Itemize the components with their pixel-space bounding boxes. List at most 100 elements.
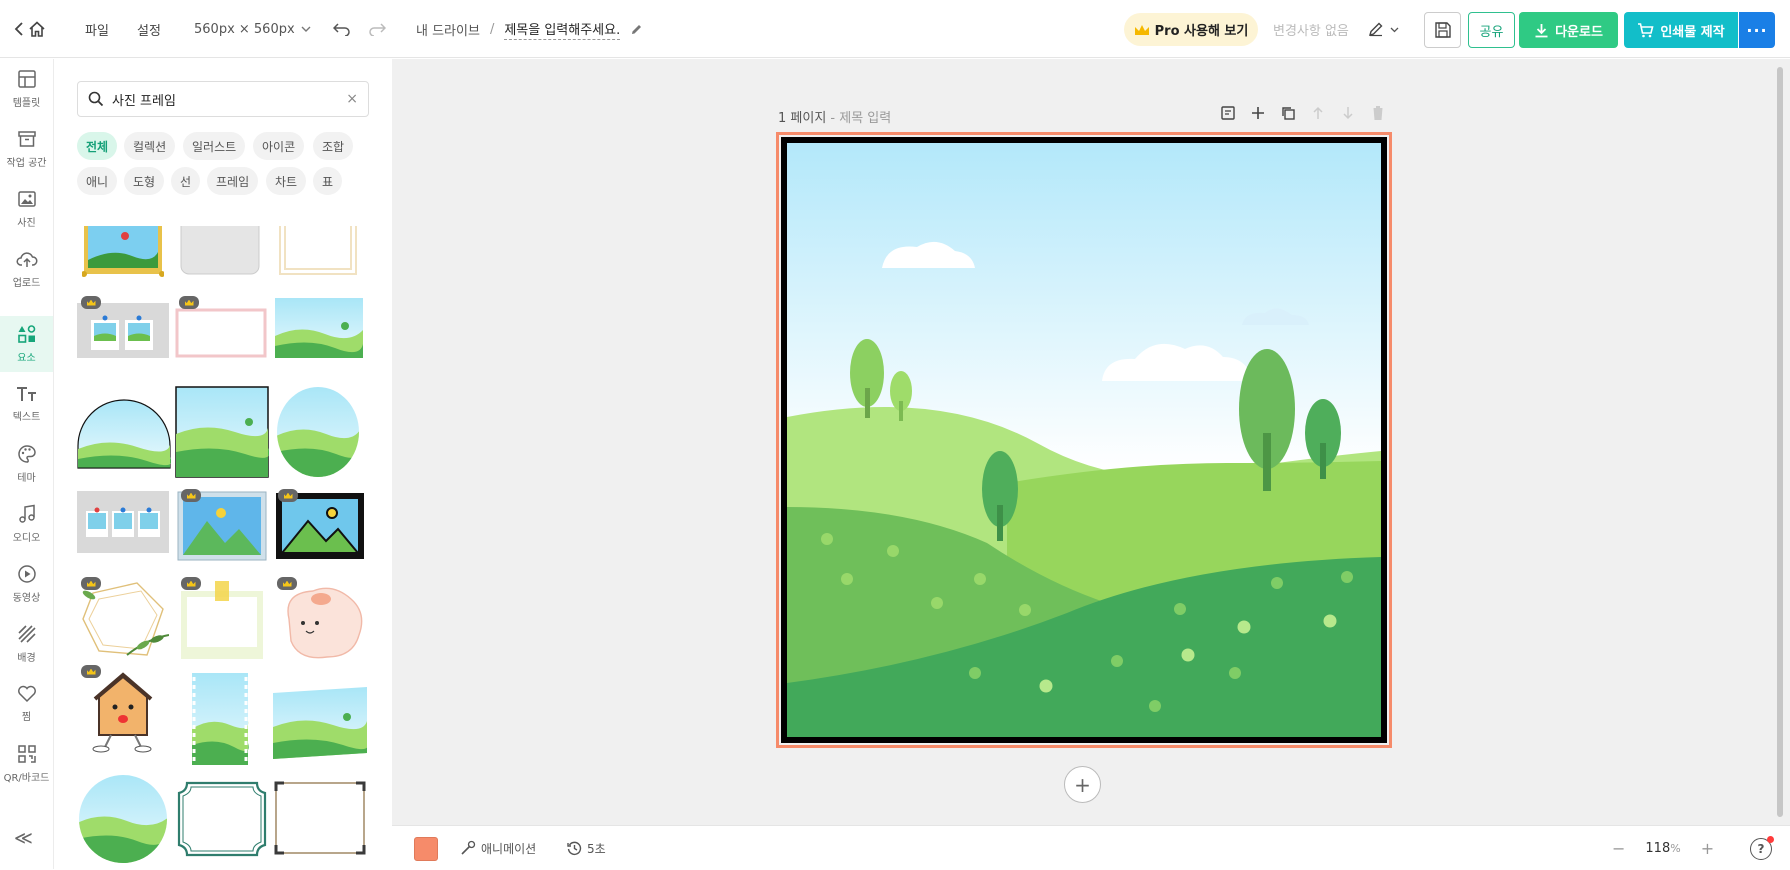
chip-collection[interactable]: 컬렉션 xyxy=(124,132,176,160)
breadcrumb-drive-link[interactable]: 내 드라이브 xyxy=(416,20,480,39)
frame-thumb-film-strip[interactable] xyxy=(190,673,250,765)
rail-item-photo[interactable]: 사진 xyxy=(0,181,53,237)
page-memo-button[interactable] xyxy=(1218,103,1238,123)
share-button[interactable]: 공유 xyxy=(1468,12,1515,48)
frame-thumb-taped-polaroid[interactable] xyxy=(177,577,267,661)
frame-thumb-house-character[interactable] xyxy=(77,665,169,757)
rail-item-theme[interactable]: 테마 xyxy=(0,436,53,492)
frame-thumb-gold-leaves[interactable] xyxy=(77,577,170,661)
history-clock-icon xyxy=(567,841,582,855)
chip-table[interactable]: 표 xyxy=(313,167,343,195)
pro-trial-button[interactable]: Pro 사용해 보기 xyxy=(1124,13,1258,46)
rail-item-text[interactable]: 텍스트 xyxy=(0,376,53,432)
frame-thumb-cream-double[interactable] xyxy=(277,226,359,278)
edit-mode-dropdown[interactable] xyxy=(1368,0,1399,58)
collapse-panel-button[interactable]: ≪ xyxy=(14,828,33,849)
chip-combination[interactable]: 조합 xyxy=(313,132,354,160)
frame-thumb-landscape-square[interactable] xyxy=(275,298,363,358)
canvas-workspace: 1 페이지 - 제목 입력 + xyxy=(392,59,1790,825)
page-label[interactable]: 1 페이지 - 제목 입력 xyxy=(778,107,891,126)
frame-thumb-gray-rounded[interactable] xyxy=(179,215,261,278)
duplicate-page-button[interactable] xyxy=(1278,103,1298,123)
more-options-button[interactable]: ··· xyxy=(1739,12,1775,48)
plus-icon xyxy=(1252,107,1264,119)
rail-item-qr-barcode[interactable]: QR/바코드 xyxy=(0,736,53,792)
help-button[interactable]: ? xyxy=(1750,836,1774,860)
rail-label: 동영상 xyxy=(12,593,41,604)
pencil-icon[interactable] xyxy=(630,23,643,36)
rail-item-template[interactable]: 템플릿 xyxy=(0,61,53,117)
frame-thumb-pinned-photos[interactable] xyxy=(77,491,169,553)
animation-button[interactable]: 애니메이션 xyxy=(460,826,536,870)
rail-item-video[interactable]: 동영상 xyxy=(0,556,53,612)
rail-item-workspace[interactable]: 작업 공간 xyxy=(0,121,53,177)
page-duration-button[interactable]: 5초 xyxy=(567,826,606,870)
frame-thumb-cute-character[interactable] xyxy=(273,577,365,661)
clear-search-icon[interactable]: × xyxy=(346,91,358,107)
add-page-button-top[interactable] xyxy=(1248,103,1268,123)
photo-frame-landscape[interactable] xyxy=(781,137,1387,743)
frame-thumb-gold-landscape[interactable] xyxy=(81,226,165,278)
frame-thumb-arch[interactable] xyxy=(77,399,172,469)
qr-code-icon xyxy=(17,745,36,763)
frame-thumb-square-selected[interactable] xyxy=(175,386,270,478)
rail-item-background[interactable]: 배경 xyxy=(0,616,53,672)
palette-icon xyxy=(17,445,36,463)
chip-animation[interactable]: 애니 xyxy=(77,167,118,195)
add-page-button[interactable]: + xyxy=(1064,766,1101,803)
elements-panel: × 전체 컬렉션 일러스트 아이콘 조합 애니 도형 선 프레임 차트 표 xyxy=(55,59,391,869)
print-order-button[interactable]: 인쇄물 제작 xyxy=(1624,12,1738,48)
chip-all[interactable]: 전체 xyxy=(77,132,118,160)
move-page-down-button[interactable] xyxy=(1338,103,1358,123)
page-number: 1 페이지 xyxy=(778,111,827,126)
rail-item-audio[interactable]: 오디오 xyxy=(0,496,53,552)
rail-item-favorites[interactable]: 찜 xyxy=(0,676,53,732)
chip-icon[interactable]: 아이콘 xyxy=(253,132,305,160)
frame-thumb-mountain-sun[interactable] xyxy=(177,489,267,561)
search-input[interactable] xyxy=(112,91,339,107)
frame-thumb-circle-landscape[interactable] xyxy=(77,773,169,863)
element-search-box: × xyxy=(77,81,369,117)
chip-shape[interactable]: 도형 xyxy=(124,167,165,195)
vertical-scrollbar[interactable] xyxy=(1777,67,1783,817)
zoom-level[interactable]: 118% xyxy=(1645,841,1680,856)
settings-menu[interactable]: 설정 xyxy=(137,0,161,58)
frame-thumb-label-shape[interactable] xyxy=(175,777,269,861)
document-title[interactable]: 제목을 입력해주세요. xyxy=(504,19,621,40)
frame-thumb-picture-icon[interactable] xyxy=(274,489,366,561)
frame-thumb-corner-border[interactable] xyxy=(274,781,366,855)
frame-thumb-pink-border[interactable] xyxy=(175,296,267,358)
move-page-up-button[interactable] xyxy=(1308,103,1328,123)
rail-label: 사진 xyxy=(17,218,36,229)
save-status: 변경사항 없음 xyxy=(1273,23,1349,39)
breadcrumb-separator: / xyxy=(489,21,495,37)
page-background-color-swatch[interactable] xyxy=(414,837,438,861)
selected-frame-element[interactable] xyxy=(776,132,1392,748)
chip-line[interactable]: 선 xyxy=(171,167,201,195)
play-circle-icon xyxy=(17,565,36,583)
chip-illustration[interactable]: 일러스트 xyxy=(183,132,246,160)
upload-cloud-icon xyxy=(16,252,37,267)
rail-item-elements[interactable]: 요소 xyxy=(0,316,53,372)
home-button[interactable] xyxy=(14,0,46,58)
save-button[interactable] xyxy=(1424,12,1461,48)
undo-button[interactable] xyxy=(332,0,352,58)
rail-item-upload[interactable]: 업로드 xyxy=(0,241,53,297)
canvas-size-select[interactable]: 560px × 560px xyxy=(194,0,311,58)
frame-thumb-oval[interactable] xyxy=(276,386,360,478)
left-navigation-rail: 템플릿 작업 공간 사진 업로드 요소 텍스트 테마 오디오 동영상 배경 찜 xyxy=(0,59,54,869)
download-button[interactable]: 다운로드 xyxy=(1519,12,1618,48)
frame-thumb-landscape-wide[interactable] xyxy=(273,687,368,759)
delete-page-button[interactable] xyxy=(1368,103,1388,123)
chip-chart[interactable]: 차트 xyxy=(266,167,307,195)
premium-crown-icon xyxy=(81,296,101,309)
chevron-left-icon xyxy=(14,22,23,36)
zoom-in-button[interactable]: + xyxy=(1701,839,1714,858)
premium-crown-icon xyxy=(277,577,297,590)
zoom-out-button[interactable]: − xyxy=(1612,839,1625,858)
chip-frame[interactable]: 프레임 xyxy=(207,167,259,195)
frame-thumb-polaroid-wall[interactable] xyxy=(77,296,169,358)
file-menu[interactable]: 파일 xyxy=(85,0,109,58)
redo-button[interactable] xyxy=(367,0,387,58)
redo-icon xyxy=(369,23,386,36)
